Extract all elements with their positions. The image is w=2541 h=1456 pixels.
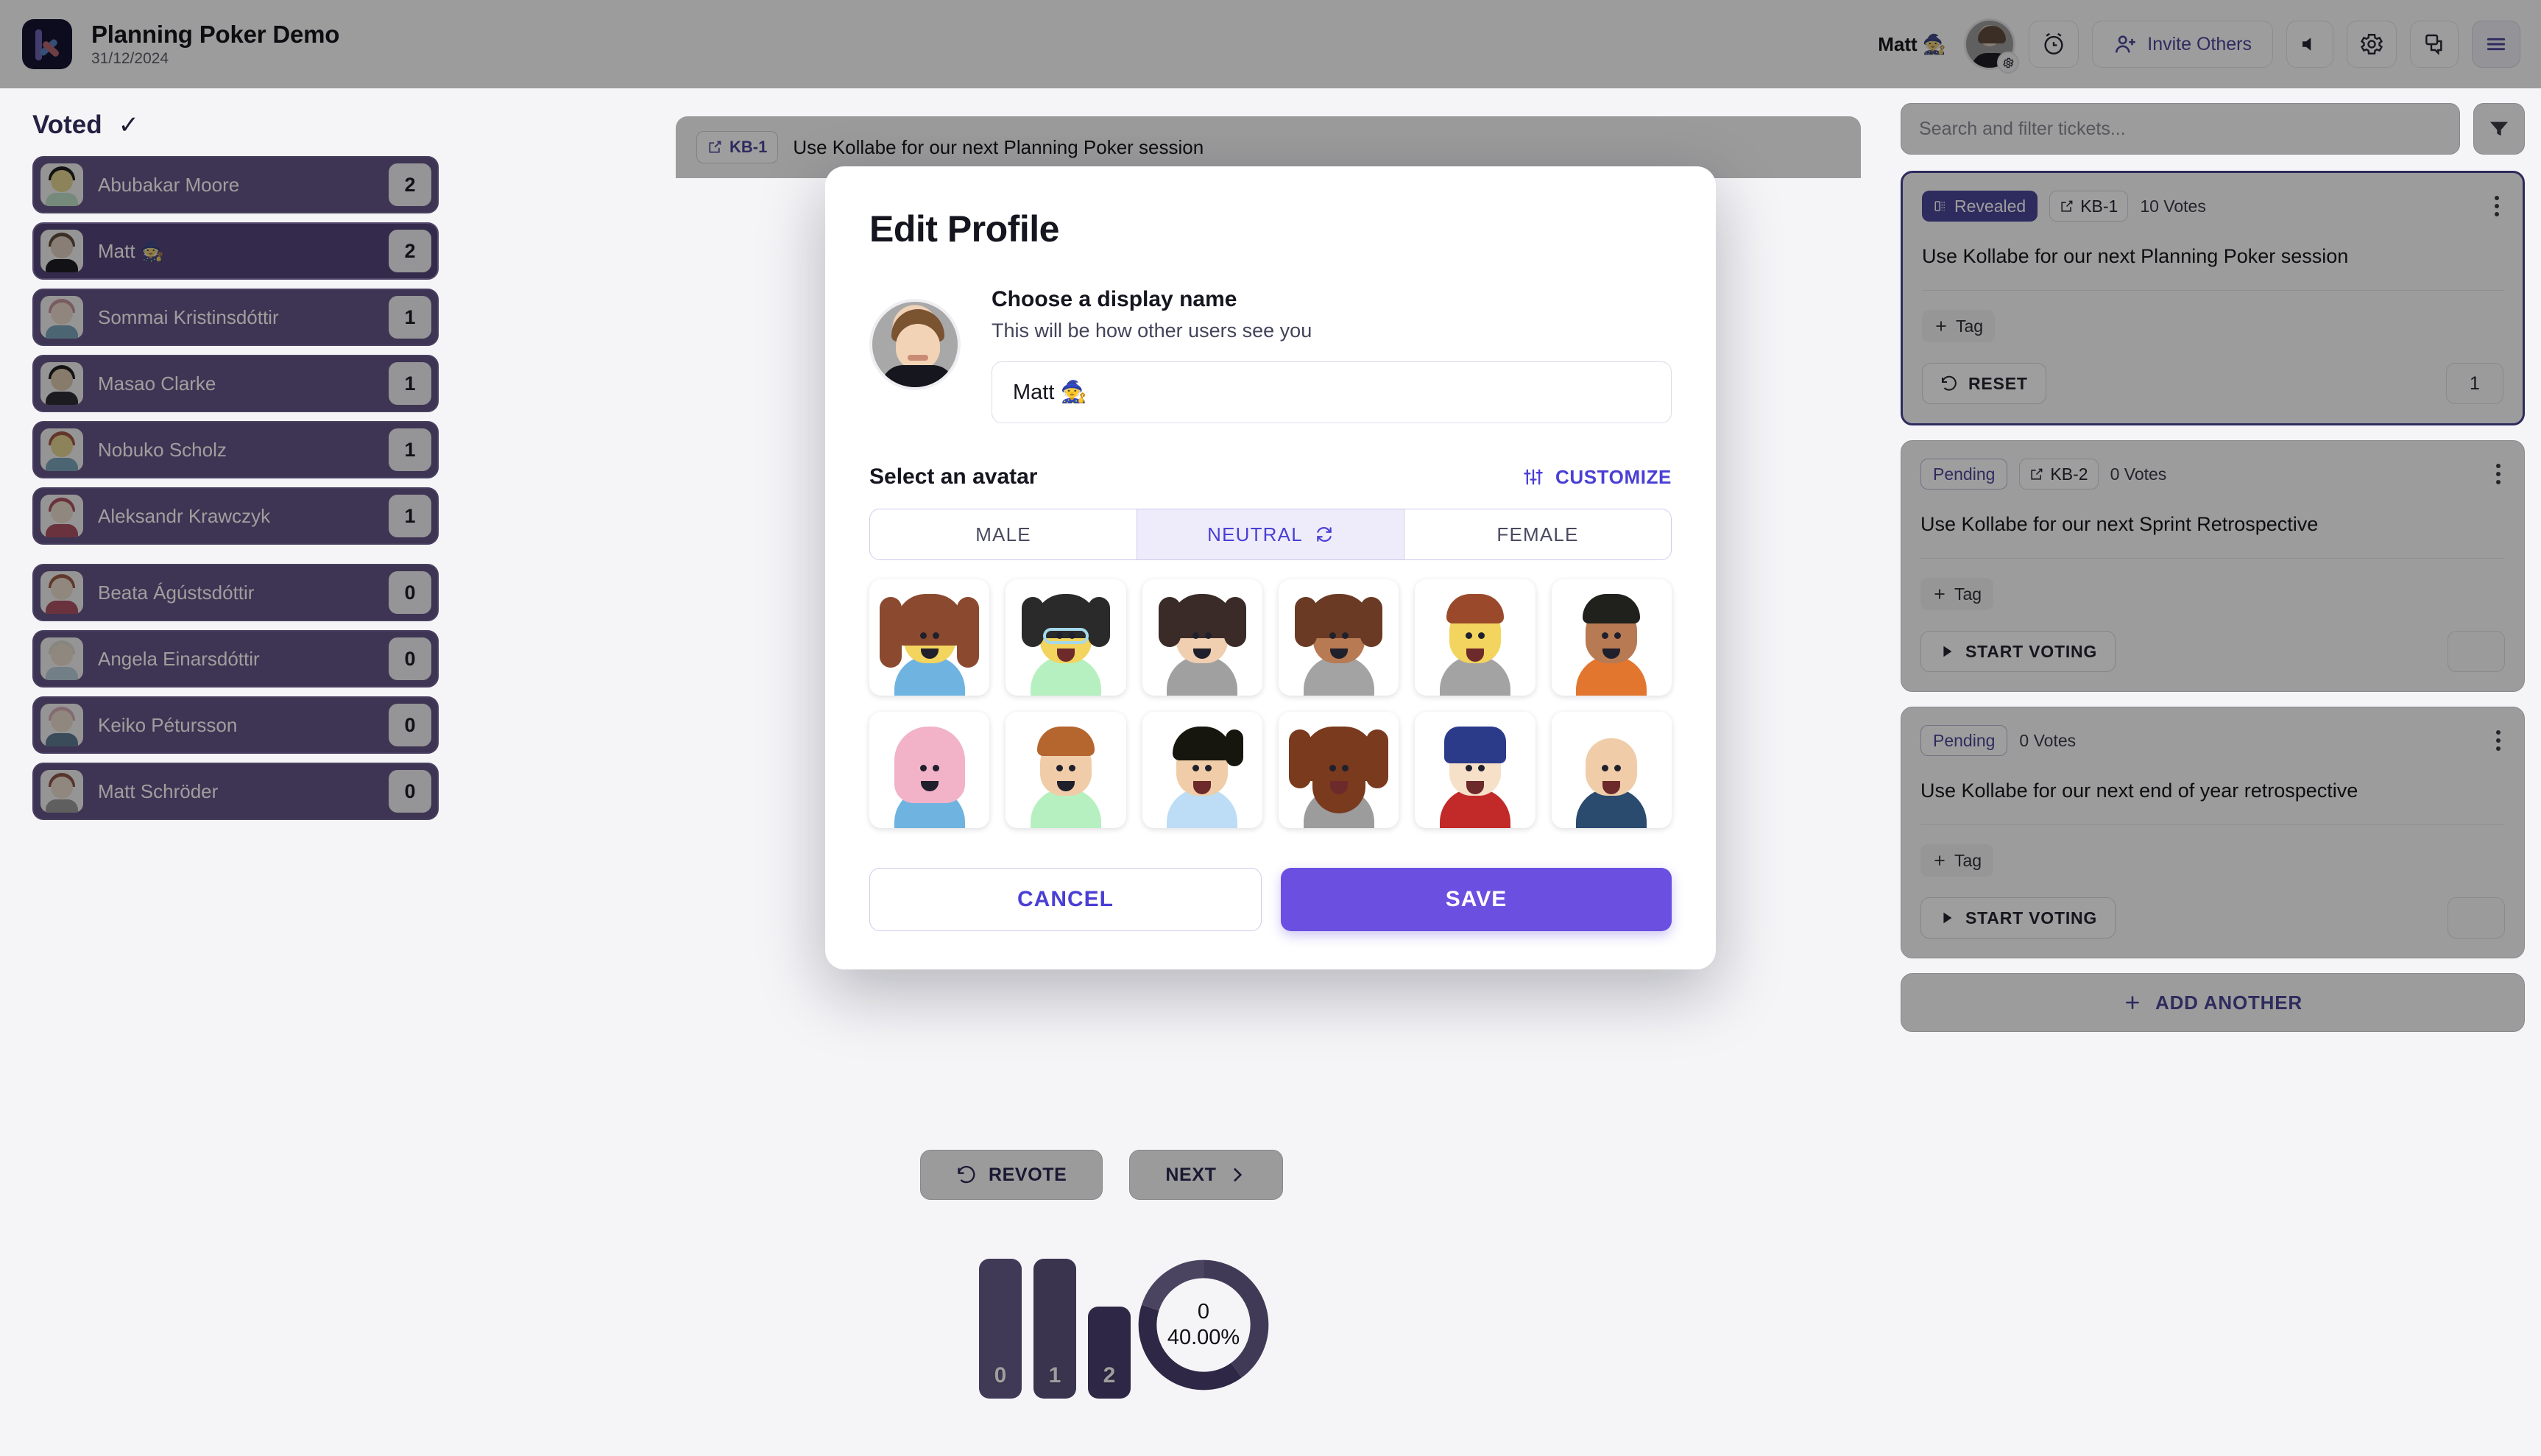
avatar-eye [932,765,939,771]
gender-tab-label: NEUTRAL [1207,523,1303,545]
select-avatar-label: Select an avatar [869,464,1038,489]
gender-tab-label: FEMALE [1496,523,1579,545]
avatar-option[interactable] [869,579,990,696]
avatar-option[interactable] [1142,712,1262,828]
avatar-eye [1478,765,1485,771]
avatar-eye [1056,765,1063,771]
avatar-option[interactable] [1415,712,1535,828]
gender-tab-female[interactable]: FEMALE [1404,509,1671,559]
avatar-option[interactable] [1278,712,1399,828]
avatar-eye [1329,765,1336,771]
refresh-icon [1317,527,1332,542]
avatar-eye [1329,632,1336,639]
gender-tab-neutral[interactable]: NEUTRAL [1137,509,1404,559]
avatar-option[interactable] [1551,579,1672,696]
avatar-grid [869,579,1672,828]
avatar-option[interactable] [1278,579,1399,696]
avatar-eye [919,765,927,771]
sliders-icon [1524,469,1543,485]
customize-label: CUSTOMIZE [1555,465,1672,488]
display-name-label: Choose a display name [992,287,1237,311]
edit-profile-dialog: Edit Profile Choose a display name This … [825,166,1716,969]
gender-tab-label: MALE [975,523,1031,545]
avatar-eye [1341,765,1349,771]
avatar-eye [1069,765,1076,771]
dialog-title: Edit Profile [869,208,1059,250]
avatar-eye [1465,632,1472,639]
display-name-input[interactable] [992,361,1672,423]
display-name-hint: This will be how other users see you [992,319,1312,342]
dialog-actions: CANCEL SAVE [869,868,1672,931]
gender-tab-group: MALE NEUTRAL FEMALE [869,509,1672,560]
avatar-eye [932,632,939,639]
glasses-icon [1042,628,1089,644]
customize-button[interactable]: CUSTOMIZE [1523,466,1672,489]
avatar-option[interactable] [1415,579,1535,696]
gender-tab-male[interactable]: MALE [870,509,1137,559]
avatar-option[interactable] [1142,579,1262,696]
avatar-option[interactable] [1006,579,1126,696]
planning-poker-app: Planning Poker Demo 31/12/2024 Matt 🧙 In… [0,0,2541,1456]
avatar-option[interactable] [1006,712,1126,828]
avatar-option[interactable] [869,712,990,828]
profile-avatar-preview [869,299,961,390]
avatar-eye [1478,632,1485,639]
avatar-eye [1341,632,1349,639]
display-name-section: Choose a display name This will be how o… [869,287,1672,423]
avatar-section-header: Select an avatar CUSTOMIZE [869,464,1672,490]
save-button[interactable]: SAVE [1281,868,1672,931]
avatar-eye [1465,765,1472,771]
avatar-option[interactable] [1551,712,1672,828]
cancel-button[interactable]: CANCEL [869,868,1262,931]
avatar-eye [919,632,927,639]
